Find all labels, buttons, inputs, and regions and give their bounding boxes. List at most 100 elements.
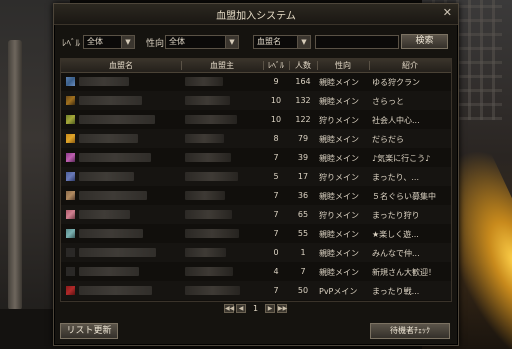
tendency-cell: PvPメイン	[319, 287, 358, 296]
first-page-button[interactable]: ◀◀	[224, 304, 234, 313]
tendency-select-value: 全体	[169, 37, 185, 46]
members-cell: 65	[297, 210, 309, 219]
tendency-filter-label: 性向	[146, 39, 165, 49]
column-header-level[interactable]: ﾚﾍﾞﾙ	[263, 60, 289, 71]
waiting-check-button[interactable]: 待機者ﾁｪｯｸ	[370, 323, 450, 339]
intro-cell: まったり戦...	[372, 287, 420, 296]
clan-name-redacted	[79, 191, 147, 200]
column-header-clan-name[interactable]: 血盟名	[61, 60, 181, 71]
level-cell: 7	[273, 229, 279, 238]
table-row[interactable]: 0 1 親睦メイン みんなで仲...	[61, 243, 451, 262]
members-cell: 7	[300, 267, 306, 276]
clan-join-window: 血盟加入システム ✕ ﾚﾍﾞﾙ 全体 ▼ 性向 全体 ▼ 血盟名 ▼ 検索 血盟…	[53, 3, 459, 346]
chevron-down-icon[interactable]: ▼	[297, 36, 310, 48]
refresh-list-button[interactable]: リスト更新	[60, 323, 118, 339]
level-cell: 7	[273, 191, 279, 200]
tendency-cell: 親睦メイン	[319, 78, 359, 87]
clan-emblem-icon	[66, 286, 75, 295]
level-cell: 10	[270, 115, 282, 124]
table-row[interactable]: 4 7 親睦メイン 新規さん大歓迎！	[61, 262, 451, 281]
clan-name-redacted	[79, 115, 155, 124]
members-cell: 164	[295, 77, 311, 86]
level-cell: 10	[270, 96, 282, 105]
clan-emblem-icon	[66, 210, 75, 219]
window-title: 血盟加入システム	[216, 11, 296, 22]
table-row[interactable]: 7 39 親睦メイン ♪気楽に行こう♪	[61, 148, 451, 167]
clan-emblem-icon	[66, 115, 75, 124]
table-row[interactable]: 8 79 親睦メイン だらだら	[61, 129, 451, 148]
table-row[interactable]: 5 17 狩りメイン まったり、...	[61, 167, 451, 186]
table-row[interactable]: 7 50 PvPメイン まったり戦...	[61, 281, 451, 300]
level-cell: 7	[273, 286, 279, 295]
clan-leader-redacted	[185, 210, 232, 219]
clan-emblem-icon	[66, 134, 75, 143]
level-cell: 4	[273, 267, 279, 276]
clan-emblem-icon	[66, 191, 75, 200]
clan-leader-redacted	[185, 172, 238, 181]
intro-cell: ゆる狩クラン	[372, 78, 420, 87]
members-cell: 132	[295, 96, 311, 105]
members-cell: 1	[300, 248, 306, 257]
level-cell: 9	[273, 77, 279, 86]
tendency-cell: 親睦メイン	[319, 154, 359, 163]
table-row[interactable]: 7 36 親睦メイン ５名ぐらい募集中	[61, 186, 451, 205]
level-cell: 0	[273, 248, 279, 257]
column-header-members[interactable]: 人数	[289, 60, 317, 71]
table-row[interactable]: 7 55 親睦メイン ★楽しく遊...	[61, 224, 451, 243]
search-input[interactable]	[315, 35, 399, 49]
clan-leader-redacted	[185, 191, 225, 200]
column-header-intro[interactable]: 紹介	[369, 60, 451, 71]
tendency-select[interactable]: 全体 ▼	[165, 35, 239, 49]
clan-leader-redacted	[185, 77, 223, 86]
intro-cell: ５名ぐらい募集中	[372, 192, 436, 201]
clan-emblem-icon	[66, 153, 75, 162]
clan-name-redacted	[79, 248, 156, 257]
tendency-cell: 親睦メイン	[319, 192, 359, 201]
close-icon[interactable]: ✕	[443, 7, 452, 19]
clan-emblem-icon	[66, 96, 75, 105]
table-row[interactable]: 7 65 狩りメイン まったり狩り	[61, 205, 451, 224]
tendency-cell: 狩りメイン	[319, 211, 359, 220]
tendency-cell: 親睦メイン	[319, 97, 359, 106]
chevron-down-icon[interactable]: ▼	[225, 36, 238, 48]
tendency-cell: 親睦メイン	[319, 268, 359, 277]
tendency-cell: 狩りメイン	[319, 116, 359, 125]
intro-cell: ♪気楽に行こう♪	[372, 154, 431, 163]
tendency-cell: 親睦メイン	[319, 249, 359, 258]
table-row[interactable]: 10 132 親睦メイン さらっと	[61, 91, 451, 110]
tendency-cell: 親睦メイン	[319, 135, 359, 144]
last-page-button[interactable]: ▶▶	[277, 304, 287, 313]
clan-leader-redacted	[185, 248, 226, 257]
level-select[interactable]: 全体 ▼	[83, 35, 135, 49]
intro-cell: まったり、...	[372, 173, 419, 182]
clan-name-redacted	[79, 96, 142, 105]
members-cell: 79	[297, 134, 309, 143]
chevron-down-icon[interactable]: ▼	[121, 36, 134, 48]
prev-page-button[interactable]: ◀	[236, 304, 246, 313]
clan-name-redacted	[79, 134, 138, 143]
column-header-clan-leader[interactable]: 血盟主	[181, 60, 263, 71]
search-button[interactable]: 検索	[401, 34, 448, 49]
table-row[interactable]: 10 122 狩りメイン 社会人中心...	[61, 110, 451, 129]
column-header-tendency[interactable]: 性向	[317, 60, 369, 71]
tendency-cell: 親睦メイン	[319, 230, 359, 239]
level-cell: 7	[273, 210, 279, 219]
tendency-cell: 狩りメイン	[319, 173, 359, 182]
clan-name-redacted	[79, 172, 134, 181]
members-cell: 17	[297, 172, 309, 181]
next-page-button[interactable]: ▶	[265, 304, 275, 313]
clan-leader-redacted	[185, 286, 240, 295]
clan-name-redacted	[79, 153, 151, 162]
current-page: 1	[253, 304, 259, 313]
title-bar[interactable]: 血盟加入システム ✕	[54, 4, 458, 25]
clan-emblem-icon	[66, 229, 75, 238]
clan-leader-redacted	[185, 115, 237, 124]
level-cell: 8	[273, 134, 279, 143]
level-cell: 7	[273, 153, 279, 162]
clan-name-redacted	[79, 286, 152, 295]
search-type-select[interactable]: 血盟名 ▼	[253, 35, 311, 49]
intro-cell: 社会人中心...	[372, 116, 420, 125]
table-row[interactable]: 9 164 親睦メイン ゆる狩クラン	[61, 72, 451, 91]
members-cell: 55	[297, 229, 309, 238]
clan-leader-redacted	[185, 229, 239, 238]
